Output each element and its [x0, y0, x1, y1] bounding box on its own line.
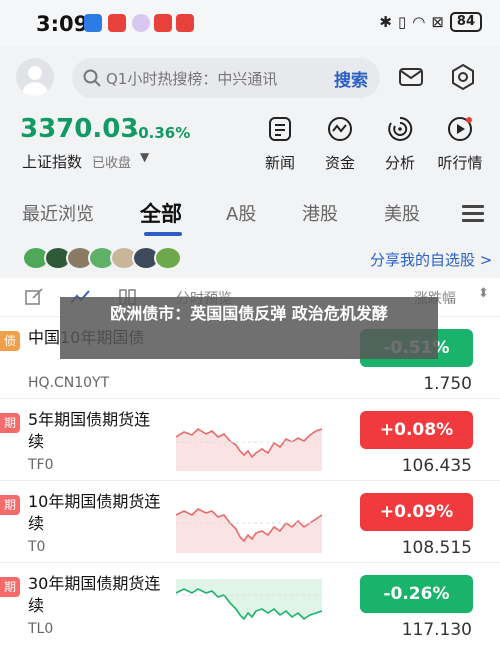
app-notification-icon: [108, 14, 126, 32]
stock-code: TL0: [28, 621, 54, 637]
stock-price: 117.130: [401, 620, 472, 640]
search-placeholder: Q1小时热搜榜：中兴通讯: [106, 70, 278, 88]
sparkline-chart: [176, 508, 322, 553]
listen-market-button[interactable]: 听行情: [428, 114, 492, 173]
futures-badge: 期: [0, 577, 20, 597]
app-notification-icon: [154, 14, 172, 32]
tab-hk-stocks[interactable]: 港股: [302, 200, 338, 226]
change-button[interactable]: +0.09%: [360, 493, 473, 531]
index-value[interactable]: 3370.03: [20, 114, 138, 144]
listen-market-label: 听行情: [437, 154, 483, 172]
stock-row[interactable]: 期 30年期国债期货连续 TL0 -0.26% 117.130: [0, 562, 500, 644]
chevron-down-icon[interactable]: ▼: [140, 150, 149, 164]
settings-icon[interactable]: [448, 62, 478, 92]
change-button[interactable]: +0.08%: [360, 411, 473, 449]
index-name[interactable]: 上证指数: [22, 151, 82, 172]
battery-indicator: 84: [449, 12, 482, 32]
no-sim-icon: ⊠: [431, 13, 444, 31]
tab-recent[interactable]: 最近浏览: [22, 200, 94, 226]
news-headline-banner[interactable]: 欧洲债市：英国国债反弹 政治危机发酵: [60, 297, 438, 359]
stock-code: T0: [28, 539, 46, 555]
avatar[interactable]: [154, 246, 182, 270]
status-bar: 3:09 ✱ ▯ ◠ ⊠ 84: [0, 0, 500, 46]
bond-badge: 债: [0, 331, 20, 351]
wifi-icon: ◠: [412, 13, 426, 31]
search-button[interactable]: 搜索: [334, 66, 368, 91]
stock-price: 106.435: [401, 456, 472, 476]
edit-icon[interactable]: [24, 288, 44, 306]
stock-code: HQ.CN10YT: [28, 375, 110, 391]
stock-row[interactable]: 期 10年期国债期货连续 T0 +0.09% 108.515: [0, 480, 500, 562]
stock-price: 108.515: [401, 538, 472, 558]
menu-icon[interactable]: [462, 205, 484, 223]
stock-code: TF0: [28, 457, 54, 473]
search-icon: [83, 69, 101, 87]
fund-label: 资金: [324, 154, 355, 172]
analysis-icon: [388, 116, 413, 141]
status-indicators: ✱ ▯ ◠ ⊠ 84: [379, 12, 482, 32]
app-notification-icon: [132, 14, 150, 32]
market-status: 已收盘: [92, 156, 132, 171]
status-time: 3:09: [36, 12, 89, 36]
app-notification-icon: [176, 14, 194, 32]
sort-icon[interactable]: ⬍: [478, 286, 489, 301]
stock-name: 30年期国债期货连续: [28, 574, 161, 615]
news-label: 新闻: [264, 154, 295, 172]
active-tab-indicator: [144, 232, 182, 236]
news-headline: 欧洲债市：英国国债反弹 政治危机发酵: [110, 304, 388, 323]
stock-name: 5年期国债期货连续: [28, 410, 151, 451]
stock-name: 10年期国债期货连续: [28, 492, 161, 533]
analysis-button[interactable]: 分析: [368, 114, 432, 173]
sparkline-chart: [176, 579, 322, 621]
analysis-label: 分析: [384, 154, 415, 172]
stock-row[interactable]: 期 5年期国债期货连续 TF0 +0.08% 106.435: [0, 398, 500, 480]
futures-badge: 期: [0, 413, 20, 433]
mail-icon[interactable]: [396, 62, 426, 92]
stock-price: 1.750: [423, 374, 472, 394]
play-icon: [448, 117, 472, 141]
change-button[interactable]: -0.26%: [360, 575, 473, 613]
fund-button[interactable]: 资金: [308, 114, 372, 173]
share-watchlist-link[interactable]: 分享我的自选股 >: [370, 249, 492, 270]
bluetooth-icon: ✱: [379, 13, 392, 31]
app-notification-icon: [84, 14, 102, 32]
tab-all[interactable]: 全部: [140, 198, 182, 228]
vibrate-icon: ▯: [397, 13, 407, 31]
futures-badge: 期: [0, 495, 20, 515]
fund-icon: [328, 117, 352, 141]
search-bar[interactable]: Q1小时热搜榜：中兴通讯 搜索: [72, 58, 380, 98]
user-avatar[interactable]: [16, 58, 54, 96]
index-change: -0.36%: [132, 124, 191, 142]
news-button[interactable]: 新闻: [248, 114, 312, 173]
tab-us-stocks[interactable]: 美股: [384, 200, 420, 226]
news-icon: [269, 117, 291, 141]
sparkline-chart: [176, 427, 322, 471]
tab-a-shares[interactable]: A股: [226, 200, 256, 226]
